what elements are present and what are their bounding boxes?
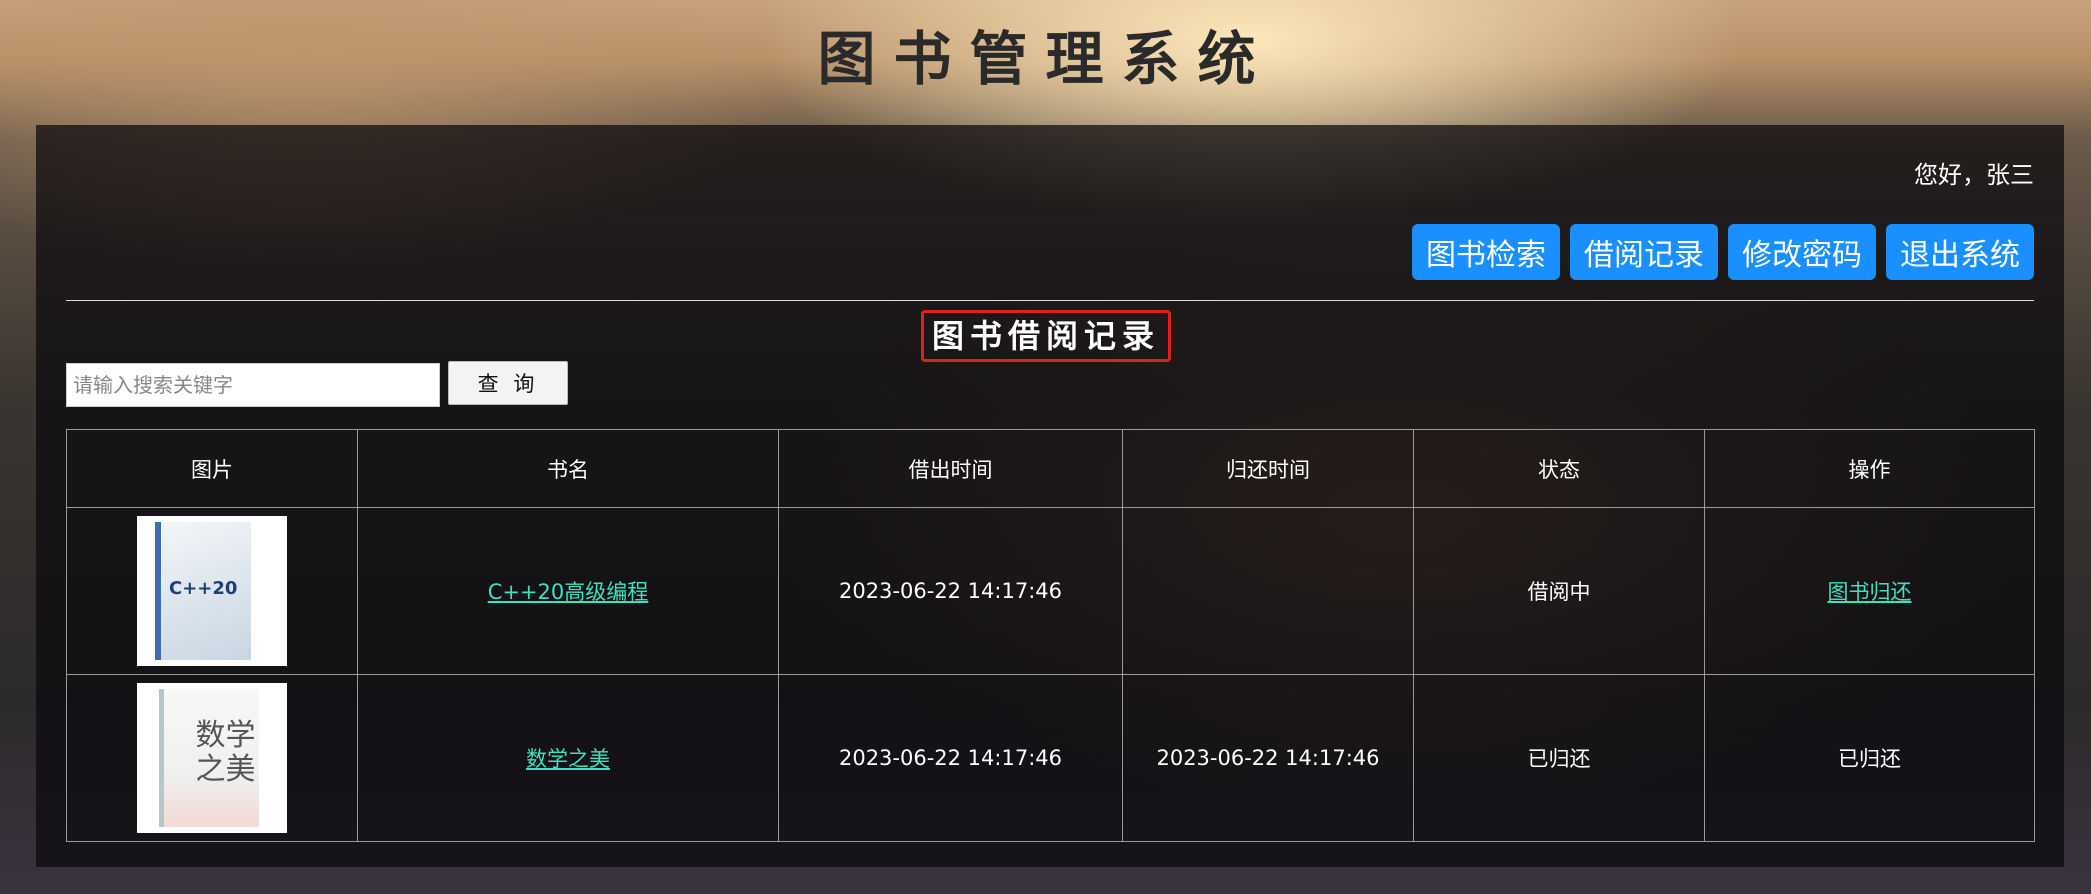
status-cell: 已归还 — [1413, 674, 1705, 842]
borrow-records-button[interactable]: 借阅记录 — [1570, 224, 1718, 280]
user-greeting: 您好，张三 — [1914, 161, 2034, 189]
table-header-row: 图片 书名 借出时间 归还时间 状态 操作 — [66, 429, 2035, 508]
book-cover-text: C++20 — [169, 578, 238, 599]
book-cover-image: C++20 — [137, 516, 287, 666]
book-search-button[interactable]: 图书检索 — [1412, 224, 1560, 280]
cover-cell: 数学之美 — [66, 674, 358, 842]
returned-time-cell — [1122, 507, 1414, 675]
nav-bar: 图书检索 借阅记录 修改密码 退出系统 — [1412, 224, 2034, 280]
book-name-cell: C++20高级编程 — [357, 507, 779, 675]
table-row: C++20 C++20高级编程 2023-06-22 14:17:46 借阅中 … — [66, 507, 2035, 675]
borrowed-time-cell: 2023-06-22 14:17:46 — [778, 674, 1123, 842]
action-cell: 已归还 — [1704, 674, 2035, 842]
book-name-link[interactable]: 数学之美 — [526, 747, 610, 771]
borrowed-time-cell: 2023-06-22 14:17:46 — [778, 507, 1123, 675]
table-row: 数学之美 数学之美 2023-06-22 14:17:46 2023-06-22… — [66, 674, 2035, 842]
action-cell: 图书归还 — [1704, 507, 2035, 675]
cover-cell: C++20 — [66, 507, 358, 675]
search-input[interactable] — [66, 363, 440, 407]
app-title: 图书管理系统 — [817, 25, 1274, 93]
column-header-status: 状态 — [1413, 429, 1705, 508]
column-header-name: 书名 — [357, 429, 779, 508]
return-book-link[interactable]: 图书归还 — [1828, 580, 1912, 604]
change-password-button[interactable]: 修改密码 — [1728, 224, 1876, 280]
book-cover-art: 数学之美 — [159, 689, 259, 827]
status-cell: 借阅中 — [1413, 507, 1705, 675]
column-header-borrowed: 借出时间 — [778, 429, 1123, 508]
book-cover-text: 数学之美 — [195, 718, 256, 787]
book-cover-image: 数学之美 — [137, 683, 287, 833]
main-panel: 您好，张三 图书检索 借阅记录 修改密码 退出系统 图书借阅记录 查 询 图片 … — [36, 125, 2064, 867]
search-button[interactable]: 查 询 — [448, 361, 568, 405]
returned-time-cell: 2023-06-22 14:17:46 — [1122, 674, 1414, 842]
book-name-cell: 数学之美 — [357, 674, 779, 842]
column-header-image: 图片 — [66, 429, 358, 508]
column-header-returned: 归还时间 — [1122, 429, 1414, 508]
column-header-action: 操作 — [1704, 429, 2035, 508]
book-name-link[interactable]: C++20高级编程 — [488, 580, 649, 604]
section-title: 图书借阅记录 — [921, 310, 1171, 362]
borrow-records-table: 图片 书名 借出时间 归还时间 状态 操作 C++20 C++20高级编程 20… — [66, 429, 2035, 842]
header-divider — [66, 300, 2034, 301]
logout-button[interactable]: 退出系统 — [1886, 224, 2034, 280]
book-cover-art: C++20 — [155, 522, 251, 660]
